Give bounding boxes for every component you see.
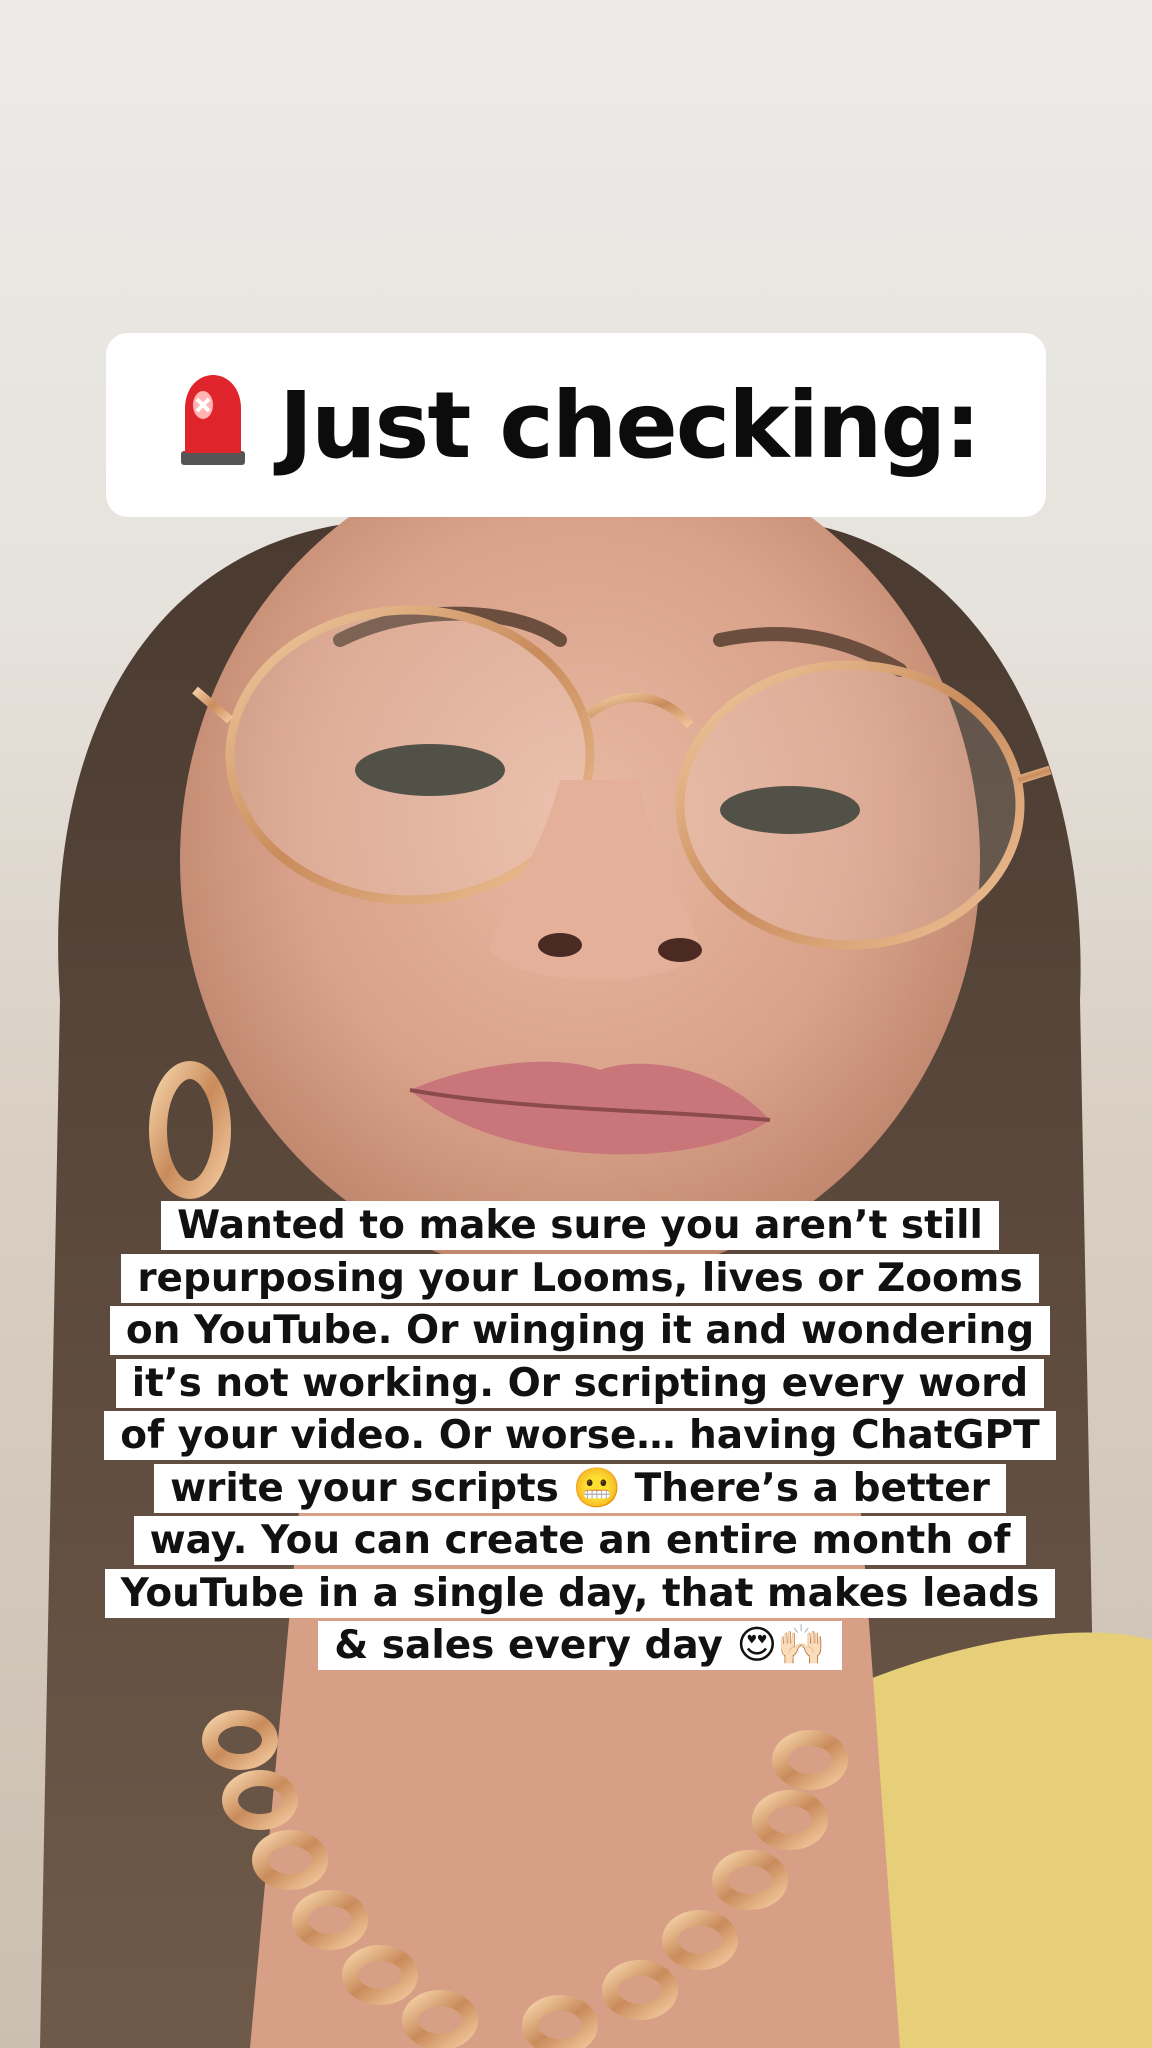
caption-line: write your scripts 😬 There’s a better	[100, 1463, 1060, 1516]
police-siren-icon	[173, 369, 253, 469]
title-text: Just checking:	[278, 371, 981, 479]
caption-line: YouTube in a single day, that makes lead…	[100, 1568, 1060, 1621]
caption-line: it’s not working. Or scripting every wor…	[100, 1358, 1060, 1411]
title-banner: Just checking:	[106, 333, 1046, 517]
caption-line: on YouTube. Or winging it and wondering	[100, 1305, 1060, 1358]
caption-line: way. You can create an entire month of	[100, 1515, 1060, 1568]
caption-overlay: Wanted to make sure you aren’t still rep…	[100, 1200, 1060, 1673]
glasses-right-lens	[675, 660, 1025, 950]
caption-line: repurposing your Looms, lives or Zooms	[100, 1253, 1060, 1306]
selfie-illustration	[40, 440, 1152, 2048]
caption-line: Wanted to make sure you aren’t still	[100, 1200, 1060, 1253]
caption-line: & sales every day 😍🙌🏻	[100, 1620, 1060, 1673]
caption-line: of your video. Or worse… having ChatGPT	[100, 1410, 1060, 1463]
photo-background	[0, 0, 1152, 2048]
